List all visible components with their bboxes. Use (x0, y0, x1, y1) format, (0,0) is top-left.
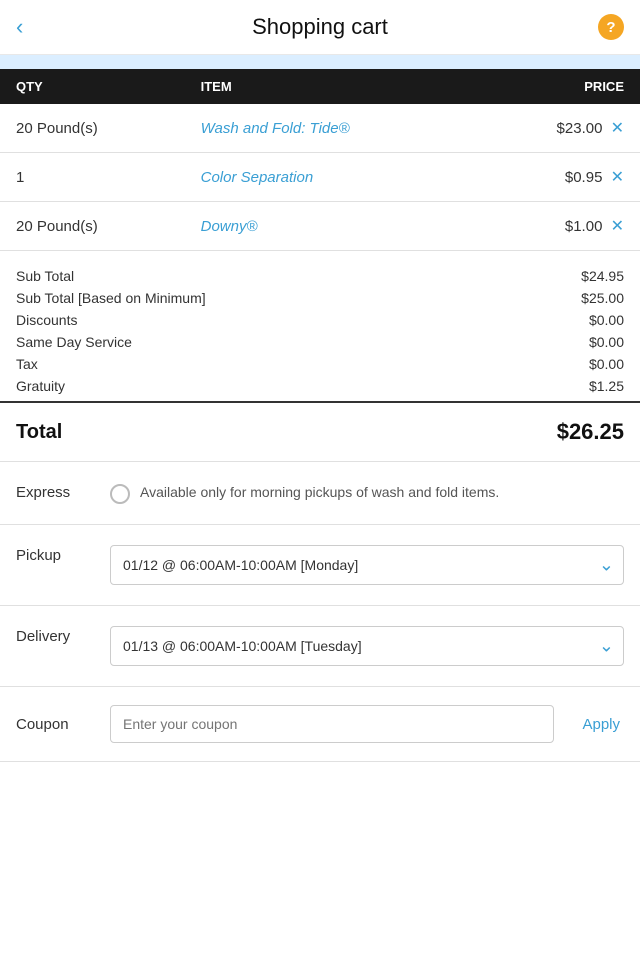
totals-row-value: $24.95 (581, 268, 624, 284)
col-item: ITEM (185, 69, 479, 104)
table-row: 1 Color Separation $0.95 ✕ (0, 153, 640, 202)
totals-row-label: Sub Total (16, 268, 74, 284)
totals-row-label: Discounts (16, 312, 77, 328)
col-price: PRICE (479, 69, 640, 104)
coupon-input[interactable] (110, 705, 554, 743)
totals-row-value: $0.00 (589, 334, 624, 350)
coupon-section: Coupon Apply (0, 687, 640, 762)
totals-row: Sub Total [Based on Minimum] $25.00 (16, 287, 624, 309)
remove-item-button[interactable]: ✕ (611, 120, 624, 137)
totals-row: Gratuity $1.25 (16, 375, 624, 397)
apply-coupon-button[interactable]: Apply (578, 716, 624, 733)
pickup-label: Pickup (16, 545, 86, 564)
express-content: Available only for morning pickups of wa… (110, 482, 624, 504)
page-title: Shopping cart (252, 14, 388, 40)
table-header-row: QTY ITEM PRICE (0, 69, 640, 104)
table-row: 20 Pound(s) Downy® $1.00 ✕ (0, 202, 640, 251)
totals-row-label: Gratuity (16, 378, 65, 394)
row-qty: 20 Pound(s) (0, 104, 185, 153)
totals-row-label: Sub Total [Based on Minimum] (16, 290, 206, 306)
row-item: Downy® (185, 202, 479, 251)
express-description: Available only for morning pickups of wa… (140, 482, 499, 503)
remove-item-button[interactable]: ✕ (611, 218, 624, 235)
total-label: Total (16, 421, 62, 444)
delivery-select[interactable]: 01/13 @ 06:00AM-10:00AM [Tuesday]01/13 @… (110, 626, 624, 666)
totals-row: Discounts $0.00 (16, 309, 624, 331)
row-qty: 20 Pound(s) (0, 202, 185, 251)
totals-row-value: $1.25 (589, 378, 624, 394)
row-item: Color Separation (185, 153, 479, 202)
table-row: 20 Pound(s) Wash and Fold: Tide® $23.00 … (0, 104, 640, 153)
header: ‹ Shopping cart ? (0, 0, 640, 55)
totals-row-label: Same Day Service (16, 334, 132, 350)
totals-row-value: $25.00 (581, 290, 624, 306)
row-price: $0.95 ✕ (479, 153, 640, 202)
totals-row: Same Day Service $0.00 (16, 331, 624, 353)
total-amount: $26.25 (557, 419, 624, 445)
pickup-section: Pickup 01/12 @ 06:00AM-10:00AM [Monday]0… (0, 525, 640, 606)
col-qty: QTY (0, 69, 185, 104)
totals-row-value: $0.00 (589, 312, 624, 328)
total-row: Total $26.25 (0, 403, 640, 462)
express-radio[interactable] (110, 484, 130, 504)
help-button[interactable]: ? (598, 14, 624, 40)
totals-row: Tax $0.00 (16, 353, 624, 375)
row-price: $23.00 ✕ (479, 104, 640, 153)
delivery-dropdown-wrapper: 01/13 @ 06:00AM-10:00AM [Tuesday]01/13 @… (110, 626, 624, 666)
row-item: Wash and Fold: Tide® (185, 104, 479, 153)
pickup-dropdown-wrapper: 01/12 @ 06:00AM-10:00AM [Monday]01/12 @ … (110, 545, 624, 585)
totals-row: Sub Total $24.95 (16, 265, 624, 287)
back-button[interactable]: ‹ (16, 14, 23, 40)
cart-table: QTY ITEM PRICE 20 Pound(s) Wash and Fold… (0, 69, 640, 251)
totals-row-value: $0.00 (589, 356, 624, 372)
totals-row-label: Tax (16, 356, 38, 372)
remove-item-button[interactable]: ✕ (611, 169, 624, 186)
express-section: Express Available only for morning picku… (0, 462, 640, 525)
blue-banner (0, 55, 640, 69)
row-qty: 1 (0, 153, 185, 202)
delivery-label: Delivery (16, 626, 86, 645)
delivery-section: Delivery 01/13 @ 06:00AM-10:00AM [Tuesda… (0, 606, 640, 687)
pickup-select[interactable]: 01/12 @ 06:00AM-10:00AM [Monday]01/12 @ … (110, 545, 624, 585)
totals-section: Sub Total $24.95 Sub Total [Based on Min… (0, 251, 640, 403)
coupon-label: Coupon (16, 716, 86, 733)
express-label: Express (16, 482, 86, 501)
row-price: $1.00 ✕ (479, 202, 640, 251)
